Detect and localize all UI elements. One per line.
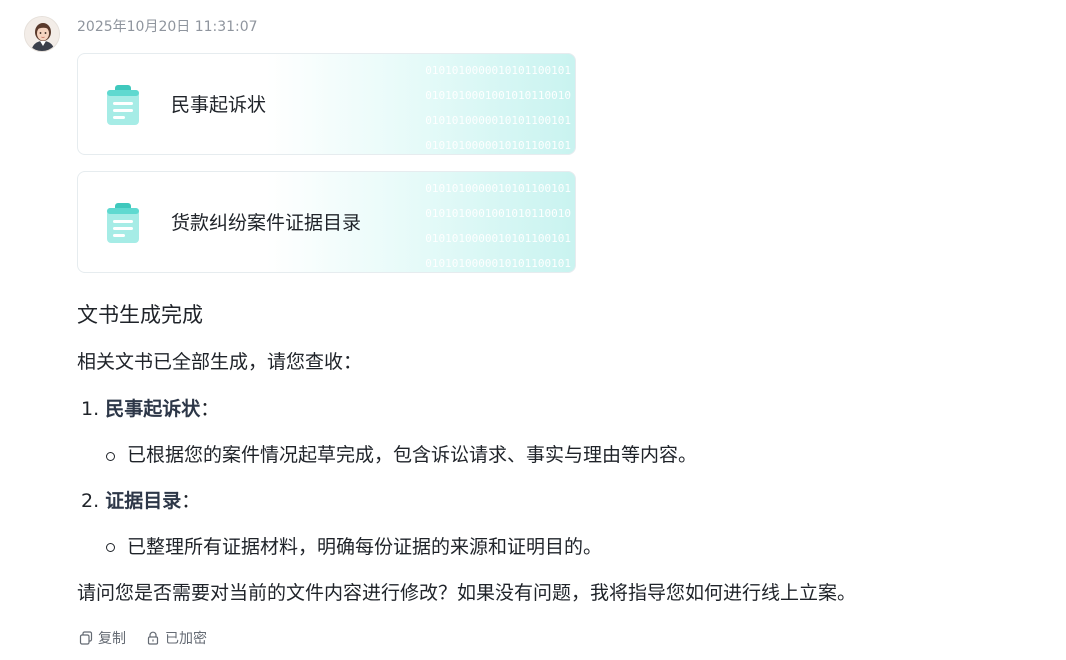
list-number: 1. [81, 398, 100, 420]
encrypted-status[interactable]: 已加密 [146, 628, 207, 648]
message-timestamp: 2025年10月20日 11:31:07 [77, 19, 258, 35]
list-item-detail: 已整理所有证据材料，明确每份证据的来源和证明目的。 [127, 536, 603, 558]
document-card-evidence-list[interactable]: 0101010000010101100101 01010100010010101… [77, 171, 576, 273]
assistant-avatar [24, 16, 60, 52]
document-name: 货款纠纷案件证据目录 [171, 212, 362, 234]
binary-pattern: 0101010000010101100101 01010100010010101… [425, 182, 571, 270]
clipboard-document-icon [107, 85, 139, 125]
copy-label: 复制 [98, 631, 126, 647]
list-item-evidence: 2. 证据目录： [81, 488, 200, 514]
list-item-detail: 已根据您的案件情况起草完成，包含诉讼请求、事实与理由等内容。 [127, 444, 698, 466]
document-card-complaint[interactable]: 0101010000010101100101 01010100010010101… [77, 53, 576, 155]
result-heading: 文书生成完成 [77, 303, 203, 327]
copy-icon [79, 631, 93, 645]
list-item-colon: ： [200, 398, 220, 420]
list-item-title: 民事起诉状 [105, 398, 201, 420]
document-name: 民事起诉状 [171, 94, 267, 116]
lock-icon [147, 631, 159, 645]
message-actions: 复制 已加密 [79, 628, 227, 648]
circle-bullet-icon [106, 543, 115, 552]
circle-bullet-icon [106, 452, 115, 461]
list-number: 2. [81, 490, 100, 512]
clipboard-document-icon [107, 203, 139, 243]
assistant-message: 2025年10月20日 11:31:07 0101010000010101100… [0, 0, 1066, 660]
intro-text: 相关文书已全部生成，请您查收： [77, 351, 363, 373]
encrypted-label: 已加密 [165, 631, 207, 647]
list-item-title: 证据目录 [105, 490, 182, 512]
copy-button[interactable]: 复制 [79, 628, 126, 648]
binary-pattern: 0101010000010101100101 01010100010010101… [425, 64, 571, 152]
avatar-illustration [25, 17, 59, 51]
closing-text: 请问您是否需要对当前的文件内容进行修改？如果没有问题，我将指导您如何进行线上立案… [77, 582, 857, 604]
list-item-complaint: 1. 民事起诉状： [81, 396, 219, 422]
list-item-colon: ： [181, 490, 201, 512]
